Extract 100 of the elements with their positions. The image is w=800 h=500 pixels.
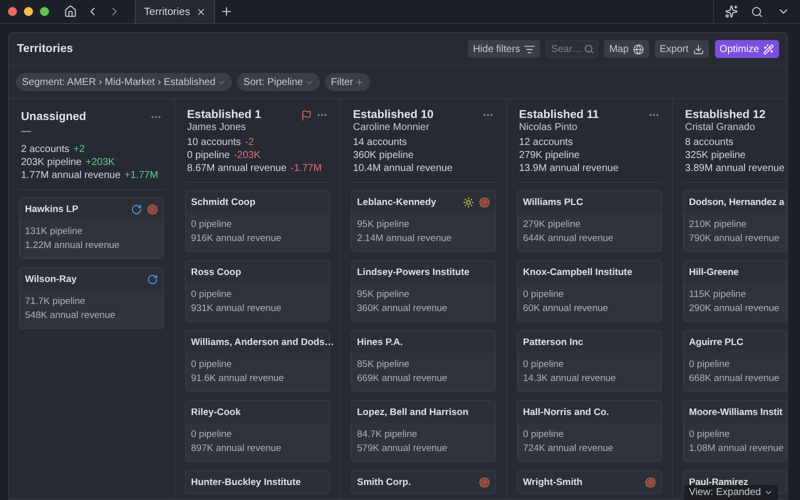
close-window-button[interactable] [8,7,17,16]
account-card[interactable]: Schmidt Coop 0 pipeline 916K annual revenue [185,190,330,252]
map-button[interactable]: Map [604,40,649,58]
minimize-window-button[interactable] [24,7,33,16]
account-name: Patterson Inc [523,336,584,348]
owner-name: Cristal Granado [684,122,756,133]
pipeline-text: 210K pipeline [689,219,748,230]
filter-chip[interactable]: Filter [324,73,370,91]
account-name: Dodson, Hernandez a [689,196,784,208]
stat-text: 203K pipeline [21,157,82,168]
stat-text: 12 accounts [519,137,573,148]
pipeline-text: 279K pipeline [523,219,582,230]
view-dropdown[interactable]: View: Expanded [684,485,778,500]
stat-change: +1.77M [124,170,158,181]
revenue-text: 724K annual revenue [523,443,614,454]
revenue-text: 669K annual revenue [357,373,448,384]
account-name: Moore-Williams Instit [689,406,782,418]
stat-text: 1.77M annual revenue [21,170,121,181]
flag-icon[interactable] [301,110,312,120]
revenue-text: 897K annual revenue [191,443,282,454]
stat-change: -2 [244,137,254,148]
plus-icon [355,78,364,86]
column-title: Unassigned [21,111,86,123]
account-card[interactable]: Moore-Williams Instit 0 pipeline 1.08M annual revenue [683,400,787,462]
pipeline-text: 0 pipeline [523,429,565,440]
account-name: Riley-Cook [191,406,241,418]
account-name: Knox-Campbell Institute [523,266,632,278]
pipeline-text: 85K pipeline [357,359,410,370]
pipeline-text: 95K pipeline [357,289,410,300]
owner-name: James Jones [186,122,247,133]
revenue-text: 14.3K annual revenue [523,373,617,384]
optimize-button[interactable]: Optimize [714,40,779,58]
account-card[interactable]: Riley-Cook 0 pipeline 897K annual revenue [185,400,330,462]
account-name: Hall-Norris and Co. [523,406,610,418]
account-name: Aguirre PLC [689,336,744,348]
filter-chip[interactable]: Segment: AMER › Mid-Market › Established [16,73,232,91]
browser-tab[interactable]: Territories [135,0,216,23]
magic-wand-icon [763,44,774,54]
account-card[interactable]: Lindsey-Powers Institute 95K pipeline 360K annual revenue [351,260,496,322]
account-card[interactable]: Dodson, Hernandez a 210K pipeline 790K annual revenue [683,190,787,252]
account-name: Smith Corp. [357,476,411,488]
owner-name: Caroline Monnier [352,122,430,133]
stat-text: 360K pipeline [353,150,414,161]
account-card[interactable]: Aguirre PLC 0 pipeline 668K annual revenue [683,330,787,392]
pipeline-text: 131K pipeline [25,226,84,237]
export-button[interactable]: Export [654,40,709,58]
account-card[interactable]: Wright-Smith [517,470,662,494]
close-icon[interactable] [196,6,206,16]
globe-icon [632,44,644,54]
pipeline-text: 84.7K pipeline [357,429,418,440]
filter-chip[interactable]: Sort: Pipeline [237,73,320,91]
stat-text: 13.9M annual revenue [519,163,619,174]
account-name: Lindsey-Powers Institute [357,266,470,278]
hide-filters-button[interactable]: Hide filters [468,40,540,58]
owner-name: — [20,126,32,139]
pipeline-text: 115K pipeline [689,289,747,300]
account-card[interactable]: Williams PLC 279K pipeline 644K annual revenue [517,190,662,252]
account-card[interactable]: Patterson Inc 0 pipeline 14.3K annual revenue [517,330,662,392]
revenue-text: 60K annual revenue [523,303,610,314]
download-icon [692,44,704,54]
account-card[interactable]: Hawkins LP 131K pipeline 1.22M annual revenue [19,197,164,259]
stat-text: 3.89M annual revenue [685,163,785,174]
caret-icon [764,488,773,497]
revenue-text: 1.22M annual revenue [25,240,121,251]
account-name: Wilson-Ray [25,274,77,284]
revenue-text: 360K annual revenue [357,303,448,314]
account-name: Hawkins LP [25,204,78,214]
column-title: Established 1 [187,109,262,121]
tab-label: Territories [144,6,190,18]
stat-change: +2 [73,144,85,155]
pipeline-text: 0 pipeline [689,359,731,370]
stat-text: 325K pipeline [685,150,746,161]
account-name: Hines P.A. [357,336,403,348]
stat-change: -203K [234,150,260,161]
account-card[interactable]: Leblanc-Kennedy 95K pipeline 2.14M annual revenue [351,190,496,252]
account-card[interactable]: Knox-Campbell Institute 0 pipeline 60K annual revenue [517,260,662,322]
account-card[interactable]: Hill-Greene 115K pipeline 290K annual revenue [683,260,787,322]
stat-text: 279K pipeline [519,150,580,161]
maximize-window-button[interactable] [40,7,49,16]
account-card[interactable]: Lopez, Bell and Harrison 84.7K pipeline 579K annual revenue [351,400,496,462]
stat-text: 10 accounts [187,137,241,148]
pipeline-text: 71.7K pipeline [25,296,86,307]
search-field[interactable]: Sear… [546,40,598,58]
page-title: Territories [17,43,74,55]
account-card[interactable]: Hunter-Buckley Institute [185,470,330,494]
account-card[interactable]: Ross Coop 0 pipeline 931K annual revenue [185,260,330,322]
stat-text: 10.4M annual revenue [353,163,453,174]
account-card[interactable]: Hines P.A. 85K pipeline 669K annual revenue [351,330,496,392]
account-name: Ross Coop [191,266,242,278]
revenue-text: 790K annual revenue [689,233,780,244]
account-card[interactable]: Smith Corp. [351,470,496,494]
column-title: Established 10 [353,109,434,121]
pipeline-text: 0 pipeline [191,289,233,300]
filter-icon [524,44,536,54]
account-card[interactable]: Hall-Norris and Co. 0 pipeline 724K annual revenue [517,400,662,462]
revenue-text: 579K annual revenue [357,443,448,454]
account-card[interactable]: Wilson-Ray 71.7K pipeline 548K annual revenue [19,267,164,329]
search-icon [584,44,594,54]
revenue-text: 1.08M annual revenue [689,443,781,454]
revenue-text: 931K annual revenue [191,303,282,314]
